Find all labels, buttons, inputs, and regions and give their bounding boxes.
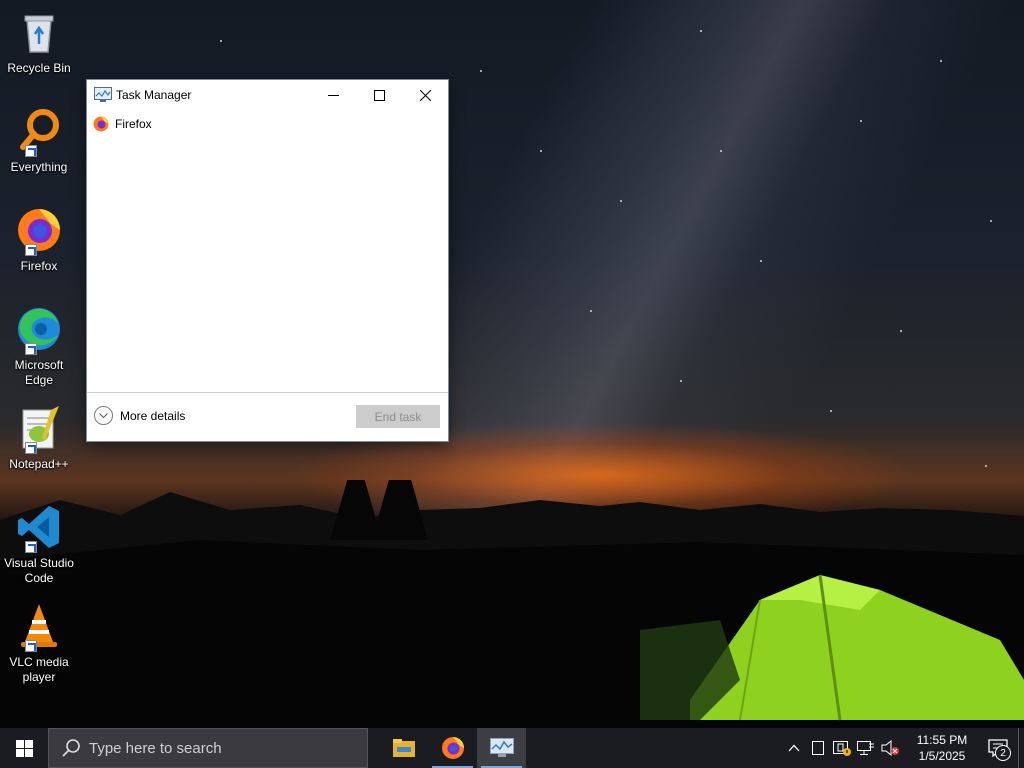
volume-muted-icon bbox=[881, 740, 899, 756]
clock-date: 1/5/2025 bbox=[918, 749, 966, 763]
tablet-icon bbox=[812, 741, 824, 755]
everything-search-icon bbox=[15, 107, 63, 157]
firefox-icon bbox=[93, 116, 109, 132]
system-tray: 11:55 PM 1/5/2025 2 bbox=[782, 728, 1024, 768]
desktop-icon-label: VLC media player bbox=[9, 655, 69, 684]
shortcut-arrow-icon bbox=[25, 541, 37, 553]
window-title: Task Manager bbox=[116, 88, 192, 102]
vscode-icon bbox=[15, 503, 63, 553]
search-icon bbox=[62, 739, 80, 757]
edge-icon bbox=[15, 305, 63, 355]
desktop-icon-label: Notepad++ bbox=[9, 457, 69, 471]
shortcut-arrow-icon bbox=[25, 442, 37, 454]
desktop-icon-label: Firefox bbox=[20, 259, 58, 273]
shortcut-arrow-icon bbox=[25, 244, 37, 256]
show-hidden-icons-button[interactable] bbox=[782, 728, 806, 768]
desktop-icon-everything[interactable]: Everything bbox=[2, 107, 76, 175]
desktop-wallpaper: Recycle Bin Everything Firefox Microsoft… bbox=[0, 0, 1024, 728]
desktop-icon-recycle-bin[interactable]: Recycle Bin bbox=[2, 8, 76, 76]
chevron-down-icon bbox=[94, 406, 113, 425]
desktop-icon-label: Microsoft Edge bbox=[14, 358, 64, 387]
firefox-icon bbox=[441, 737, 464, 759]
minimize-icon bbox=[327, 94, 339, 96]
show-desktop-button[interactable] bbox=[1018, 728, 1024, 768]
desktop-icon-vscode[interactable]: Visual Studio Code bbox=[2, 503, 76, 586]
desktop-icon-vlc[interactable]: VLC media player bbox=[2, 602, 76, 685]
close-icon bbox=[419, 89, 431, 101]
more-details-button[interactable]: More details bbox=[94, 406, 185, 425]
volume-tray-button[interactable] bbox=[878, 728, 902, 768]
desktop-icon-label: Visual Studio Code bbox=[4, 556, 74, 585]
network-icon bbox=[857, 741, 874, 755]
maximize-button[interactable] bbox=[356, 80, 402, 110]
network-tray-button[interactable] bbox=[854, 728, 878, 768]
firefox-icon bbox=[15, 206, 63, 256]
taskbar: Type here to search 11:55 PM 1/5/2025 2 bbox=[0, 728, 1024, 768]
search-placeholder: Type here to search bbox=[89, 739, 222, 757]
desktop-icon-label: Recycle Bin bbox=[7, 61, 71, 75]
process-row-firefox[interactable]: Firefox bbox=[93, 115, 152, 133]
desktop-icon-firefox[interactable]: Firefox bbox=[2, 206, 76, 274]
notepadpp-icon bbox=[15, 404, 63, 454]
notification-count-badge: 2 bbox=[995, 745, 1011, 761]
more-details-label: More details bbox=[120, 408, 186, 423]
task-manager-icon bbox=[489, 738, 514, 757]
clock-time: 11:55 PM bbox=[916, 733, 968, 747]
desktop-icon-notepad-plus-plus[interactable]: Notepad++ bbox=[2, 404, 76, 472]
recycle-bin-icon bbox=[15, 8, 63, 56]
chevron-up-icon bbox=[788, 744, 800, 752]
tray-app-button[interactable] bbox=[806, 728, 830, 768]
shortcut-arrow-icon bbox=[25, 145, 37, 157]
process-name: Firefox bbox=[115, 117, 152, 131]
night-landscape bbox=[0, 480, 1024, 728]
taskbar-firefox[interactable] bbox=[428, 728, 477, 768]
task-manager-icon bbox=[94, 87, 112, 102]
minimize-button[interactable] bbox=[310, 80, 356, 110]
taskbar-task-manager[interactable] bbox=[477, 728, 526, 768]
file-explorer-icon bbox=[392, 739, 415, 757]
clock[interactable]: 11:55 PM 1/5/2025 bbox=[906, 732, 978, 764]
start-button[interactable] bbox=[0, 728, 48, 768]
windows-logo-icon bbox=[15, 739, 33, 757]
taskbar-pinned-apps bbox=[379, 728, 526, 768]
end-task-button[interactable]: End task bbox=[356, 405, 440, 428]
desktop-icon-label: Everything bbox=[10, 160, 68, 174]
action-center-button[interactable]: 2 bbox=[978, 728, 1018, 768]
task-manager-window[interactable]: Task Manager Firefox More details End ta… bbox=[86, 79, 449, 442]
taskbar-file-explorer[interactable] bbox=[379, 728, 428, 768]
title-bar[interactable]: Task Manager bbox=[87, 80, 448, 110]
search-input[interactable]: Type here to search bbox=[48, 728, 368, 768]
security-tray-button[interactable] bbox=[830, 728, 854, 768]
shortcut-arrow-icon bbox=[25, 640, 37, 652]
vlc-icon bbox=[15, 602, 63, 652]
shortcut-arrow-icon bbox=[25, 343, 37, 355]
maximize-icon bbox=[373, 89, 385, 101]
security-warning-icon bbox=[833, 741, 851, 756]
desktop-icon-microsoft-edge[interactable]: Microsoft Edge bbox=[2, 305, 76, 388]
close-button[interactable] bbox=[402, 80, 448, 110]
task-manager-footer: More details End task bbox=[87, 392, 448, 441]
